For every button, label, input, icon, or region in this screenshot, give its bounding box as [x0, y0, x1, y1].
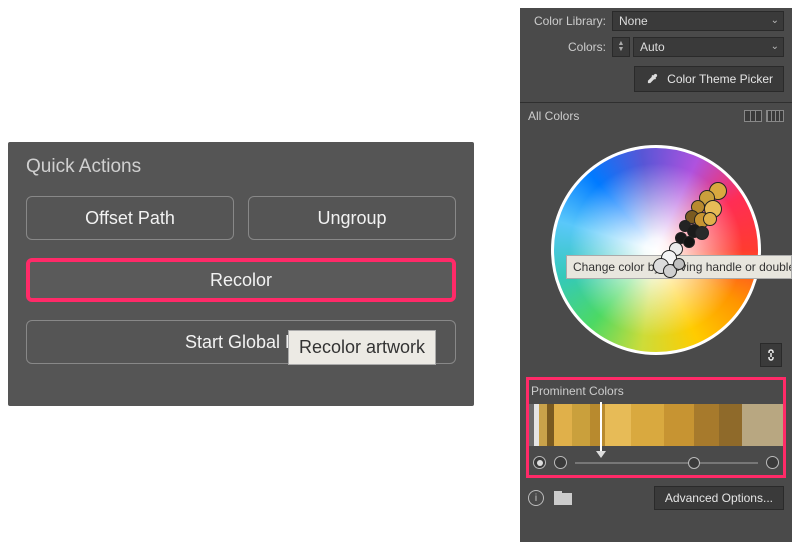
swatch[interactable] — [554, 404, 572, 446]
ungroup-button[interactable]: Ungroup — [248, 196, 456, 240]
color-handle[interactable] — [673, 258, 685, 270]
weight-mode-radio-3[interactable] — [766, 456, 779, 469]
weight-slider-row — [529, 446, 783, 469]
color-handle[interactable] — [703, 212, 717, 226]
weight-mode-radio-2[interactable] — [554, 456, 567, 469]
view-smooth-wheel-button[interactable] — [744, 110, 762, 122]
swatch[interactable] — [539, 404, 547, 446]
swatch[interactable] — [631, 404, 664, 446]
recolor-footer: i Advanced Options... — [520, 478, 792, 518]
colors-select[interactable]: Auto ⌄ — [633, 37, 784, 57]
prominent-colors-section: Prominent Colors — [526, 377, 786, 478]
color-handle[interactable] — [695, 226, 709, 240]
link-icon — [765, 348, 777, 362]
advanced-options-button[interactable]: Advanced Options... — [654, 486, 784, 510]
swatch[interactable] — [664, 404, 694, 446]
prominent-swatch-bar[interactable] — [529, 404, 783, 446]
all-colors-title: All Colors — [528, 109, 579, 123]
picker-row: Color Theme Picker — [520, 60, 792, 102]
weight-slider[interactable] — [575, 462, 758, 464]
color-library-label: Color Library: — [528, 14, 612, 28]
chevron-down-icon: ⌄ — [771, 41, 779, 52]
weight-mode-radio-1[interactable] — [533, 456, 546, 469]
swatch[interactable] — [694, 404, 719, 446]
colors-value: Auto — [640, 40, 665, 54]
color-theme-picker-button[interactable]: Color Theme Picker — [634, 66, 784, 92]
swatch[interactable] — [590, 404, 605, 446]
color-handle[interactable] — [683, 236, 695, 248]
color-library-select[interactable]: None ⌄ — [612, 11, 784, 31]
color-library-value: None — [619, 14, 648, 28]
picker-button-label: Color Theme Picker — [667, 72, 773, 86]
prominent-colors-title: Prominent Colors — [529, 380, 783, 404]
swatch[interactable] — [605, 404, 630, 446]
swatch[interactable] — [742, 404, 783, 446]
recolor-button[interactable]: Recolor — [26, 258, 456, 302]
color-wheel-area: Change color by moving handle or double-… — [520, 127, 792, 373]
eyedropper-icon — [645, 72, 659, 86]
colors-row: Colors: ▲▼ Auto ⌄ — [520, 34, 792, 60]
quick-actions-title: Quick Actions — [26, 156, 456, 178]
swatch[interactable] — [572, 404, 590, 446]
all-colors-header: All Colors — [520, 103, 792, 127]
info-icon[interactable]: i — [528, 490, 544, 506]
swatch-handle[interactable] — [600, 402, 602, 452]
wheel-view-toggle — [744, 110, 784, 122]
slider-thumb[interactable] — [688, 457, 700, 469]
color-library-row: Color Library: None ⌄ — [520, 8, 792, 34]
swatch[interactable] — [547, 404, 555, 446]
link-harmony-button[interactable] — [760, 343, 782, 367]
swatch[interactable] — [719, 404, 742, 446]
quick-actions-panel: Quick Actions Offset Path Ungroup Recolo… — [8, 142, 474, 406]
recolor-tooltip: Recolor artwork — [288, 330, 436, 365]
colors-stepper[interactable]: ▲▼ — [612, 37, 630, 57]
color-wheel[interactable] — [551, 145, 761, 355]
quick-actions-row-2: Recolor — [26, 258, 456, 302]
color-handle-cluster[interactable] — [649, 176, 729, 286]
chevron-down-icon: ⌄ — [771, 15, 779, 26]
view-segmented-wheel-button[interactable] — [766, 110, 784, 122]
folder-icon[interactable] — [554, 491, 572, 505]
quick-actions-row-1: Offset Path Ungroup — [26, 196, 456, 240]
recolor-panel: Color Library: None ⌄ Colors: ▲▼ Auto ⌄ … — [520, 8, 792, 542]
colors-label: Colors: — [528, 40, 612, 54]
offset-path-button[interactable]: Offset Path — [26, 196, 234, 240]
